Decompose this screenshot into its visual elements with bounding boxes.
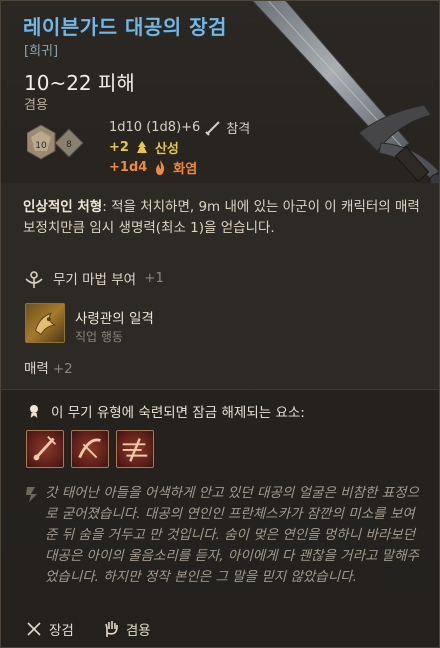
section-divider xyxy=(1,389,439,390)
damage-acid-type: 산성 xyxy=(154,142,179,157)
item-footer: 장검 겸용 xyxy=(25,619,151,639)
longsword-icon xyxy=(27,622,41,636)
dice-icon: 10 8 xyxy=(27,124,84,160)
damage-range: 10~22 피해 xyxy=(24,71,135,95)
proficiency-unlock-header: 이 무기 유형에 숙련되면 잠금 해제되는 요소: xyxy=(25,401,305,421)
sword-image xyxy=(252,1,439,183)
action-name: 사령관의 일격 xyxy=(75,311,154,327)
handedness: 겸용 xyxy=(125,623,151,639)
enchant-value: +1 xyxy=(144,270,165,286)
proficiency-icon xyxy=(29,404,39,420)
d8-face: 8 xyxy=(66,140,72,150)
damage-acid-value: +2 xyxy=(109,140,129,155)
enchantment-row: 무기 마법 부여 +1 xyxy=(23,267,164,289)
damage-line-acid: +2 산성 xyxy=(109,138,179,157)
fire-icon xyxy=(156,159,165,175)
damage-line-base: 1d10 (1d8)+6 참격 xyxy=(109,118,250,137)
damage-line-fire: +1d4 화염 xyxy=(109,158,197,177)
damage-fire-type: 화염 xyxy=(173,162,198,177)
damage-base-value: 1d10 (1d8)+6 xyxy=(109,120,201,135)
stat-bonus-row: 매력 +2 xyxy=(24,357,73,377)
damage-base-type: 참격 xyxy=(226,122,251,137)
passive-description: 인상적인 처형: 적을 처치하면, 9m 내에 있는 아군이 이 캐릭터의 매력… xyxy=(23,197,423,239)
item-header: 레이븐가드 대공의 장검 xyxy=(23,11,227,40)
proficiency-unlock-text: 이 무기 유형에 숙련되면 잠금 해제되는 요소: xyxy=(51,405,305,421)
damage-fire-value: +1d4 xyxy=(109,160,148,175)
slash-icon xyxy=(205,120,221,136)
commanders-strike-icon[interactable] xyxy=(25,303,65,343)
d10-face: 10 xyxy=(35,141,47,151)
passive-name: 인상적인 처형 xyxy=(23,199,103,215)
proficiency-label: 겸용 xyxy=(24,98,48,113)
stat-label: 매력 xyxy=(24,361,49,377)
rarity-label: [희귀] xyxy=(24,44,59,59)
stat-value: +2 xyxy=(52,361,73,377)
lacerate-icon[interactable] xyxy=(71,430,109,468)
flavor-text-icon xyxy=(26,487,37,502)
flavor-text: 갓 태어난 아들을 어색하게 안고 있던 대공의 얼굴은 비참한 표정으로 굳어… xyxy=(45,485,419,585)
item-title: 레이븐가드 대공의 장검 xyxy=(23,15,227,39)
acid-icon xyxy=(136,140,147,153)
weapon-type: 장검 xyxy=(49,623,74,639)
weapon-enchant-icon xyxy=(25,271,43,288)
proficiency-actions xyxy=(26,430,154,468)
enchant-label: 무기 마법 부여 xyxy=(53,272,137,288)
pommel-strike-icon[interactable] xyxy=(26,430,64,468)
versatile-hand-icon xyxy=(105,621,118,637)
cleave-icon[interactable] xyxy=(116,430,154,468)
action-type: 직업 행동 xyxy=(75,330,123,344)
item-tooltip: 레이븐가드 대공의 장검 [희귀] 10~22 피해 겸용 10 8 1d10 … xyxy=(0,0,440,648)
